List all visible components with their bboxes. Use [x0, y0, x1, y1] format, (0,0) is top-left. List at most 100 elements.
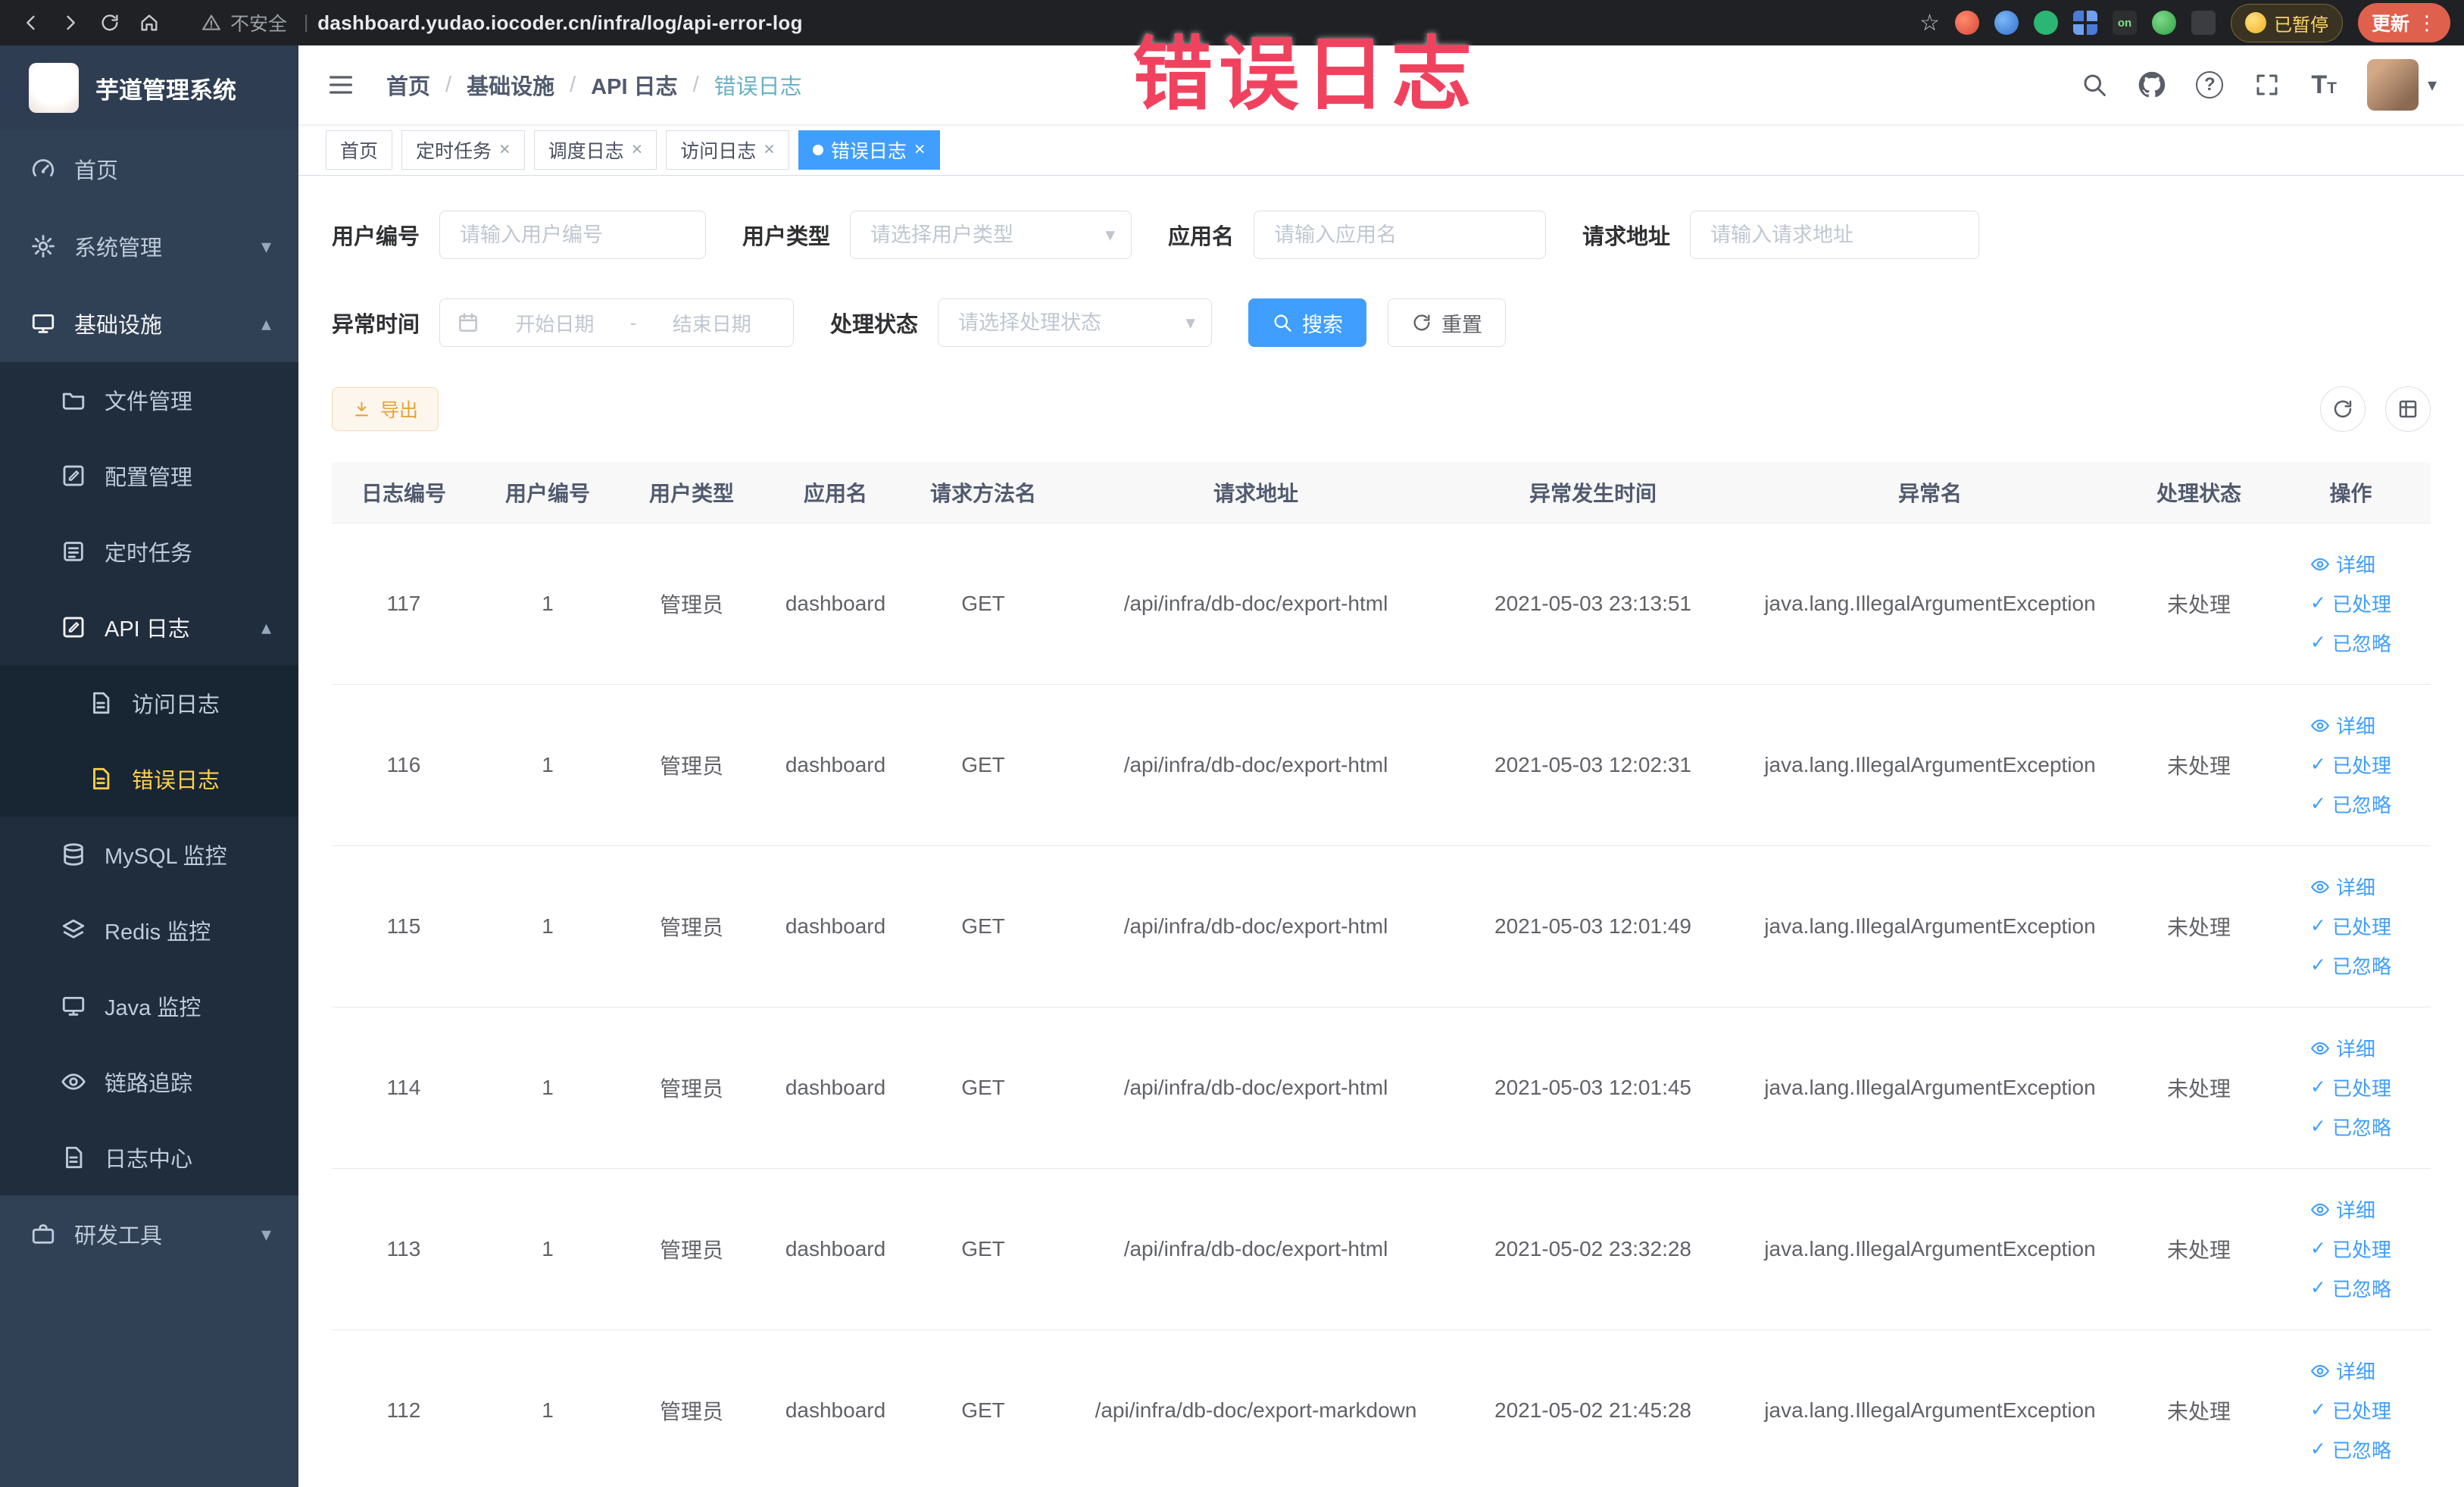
processed-link[interactable]: ✓ 已处理: [2310, 911, 2391, 942]
tab-home[interactable]: 首页: [326, 130, 393, 170]
browser-back-button[interactable]: [14, 5, 48, 40]
sidebar-item-java[interactable]: Java 监控: [0, 968, 298, 1044]
cell-user-id: 1: [476, 1329, 620, 1487]
sidebar-toggle-button[interactable]: [326, 70, 356, 100]
column-header-log-id: 日志编号: [332, 462, 476, 523]
sidebar-item-infra[interactable]: 基础设施 ▴: [0, 285, 298, 362]
ignored-link[interactable]: ✓ 已忽略: [2310, 789, 2391, 820]
eye-icon: [2310, 716, 2330, 736]
sidebar-item-redis[interactable]: Redis 监控: [0, 892, 298, 968]
date-start-placeholder[interactable]: 开始日期: [490, 309, 620, 337]
table-row: 114 1 管理员 dashboard GET /api/infra/db-do…: [332, 1007, 2431, 1169]
sidebar-item-devtools[interactable]: 研发工具 ▾: [0, 1195, 298, 1273]
tab-label: 调度日志: [548, 140, 624, 162]
sidebar-item-log-center[interactable]: 日志中心: [0, 1120, 298, 1195]
sidebar-item-mysql[interactable]: MySQL 监控: [0, 817, 298, 892]
extension-icon-paw[interactable]: [2191, 11, 2216, 35]
export-button[interactable]: 导出: [332, 387, 439, 431]
sidebar-item-config[interactable]: 配置管理: [0, 438, 298, 514]
date-end-placeholder[interactable]: 结束日期: [647, 309, 776, 337]
close-icon[interactable]: ×: [499, 140, 511, 159]
refresh-table-button[interactable]: [2320, 386, 2366, 432]
ignored-link[interactable]: ✓ 已忽略: [2310, 1112, 2391, 1142]
processed-link-label: 已处理: [2331, 593, 2391, 616]
detail-link[interactable]: 详细: [2310, 549, 2375, 579]
browser-update-button[interactable]: 更新 ⋮: [2357, 3, 2450, 42]
breadcrumb-item[interactable]: 基础设施: [467, 69, 554, 101]
url-bar[interactable]: dashboard.yudao.iocoder.cn/infra/log/api…: [317, 11, 803, 35]
user-id-input[interactable]: [439, 211, 707, 259]
table-row: 117 1 管理员 dashboard GET /api/infra/db-do…: [332, 523, 2431, 685]
extension-icon-leaf[interactable]: [2151, 11, 2176, 35]
sidebar-item-job[interactable]: 定时任务: [0, 514, 298, 589]
processed-link[interactable]: ✓ 已处理: [2310, 589, 2391, 619]
close-icon[interactable]: ×: [914, 140, 926, 159]
download-icon: [352, 400, 371, 419]
extension-icon-green[interactable]: [2033, 11, 2058, 35]
browser-forward-button[interactable]: [53, 5, 88, 40]
user-type-select[interactable]: [850, 211, 1132, 259]
breadcrumb-item[interactable]: API 日志: [591, 69, 677, 101]
extension-icon-on-badge[interactable]: on: [2112, 11, 2137, 35]
extension-icon-grid[interactable]: [2072, 11, 2097, 35]
detail-link[interactable]: 详细: [2310, 1195, 2375, 1225]
column-settings-button[interactable]: [2385, 386, 2431, 432]
eye-icon: [61, 1069, 86, 1095]
sidebar-item-access-log[interactable]: 访问日志: [0, 665, 298, 741]
github-link[interactable]: [2138, 71, 2166, 98]
browser-reload-button[interactable]: [92, 5, 127, 40]
help-button[interactable]: ?: [2196, 71, 2224, 98]
close-icon[interactable]: ×: [764, 140, 775, 159]
api-log-submenu: 访问日志 错误日志: [0, 665, 298, 817]
ignored-link[interactable]: ✓ 已忽略: [2310, 1273, 2391, 1304]
detail-link-label: 详细: [2336, 554, 2376, 576]
sidebar-item-system[interactable]: 系统管理 ▾: [0, 208, 298, 285]
tab-schedule-log[interactable]: 调度日志 ×: [533, 130, 657, 170]
reset-button[interactable]: 重置: [1388, 298, 1507, 347]
sidebar-item-home[interactable]: 首页: [0, 130, 298, 208]
layers-icon: [61, 917, 86, 943]
cell-actions: 详细 ✓ 已处理 ✓ 已忽略: [2271, 684, 2431, 846]
breadcrumb-item[interactable]: 首页: [386, 69, 430, 101]
extension-icon-blue[interactable]: [1994, 11, 2019, 35]
sidebar-logo[interactable]: 芋道管理系统: [0, 45, 298, 130]
sidebar-item-trace[interactable]: 链路追踪: [0, 1044, 298, 1120]
bookmark-star-icon[interactable]: ☆: [1919, 10, 1940, 36]
paused-badge[interactable]: 已暂停: [2230, 3, 2343, 42]
check-icon: ✓: [2310, 915, 2326, 936]
search-button[interactable]: [2081, 71, 2108, 98]
close-icon[interactable]: ×: [632, 140, 643, 159]
cell-request-url: /api/infra/db-doc/export-markdown: [1059, 1329, 1453, 1487]
processed-link[interactable]: ✓ 已处理: [2310, 1234, 2391, 1264]
site-security-info[interactable]: 不安全: [201, 9, 287, 36]
request-url-input[interactable]: [1690, 211, 1980, 259]
cell-user-type: 管理员: [620, 1168, 764, 1330]
processed-link[interactable]: ✓ 已处理: [2310, 1395, 2391, 1426]
user-menu[interactable]: ▾: [2366, 59, 2437, 111]
tab-error-log[interactable]: 错误日志 ×: [798, 130, 940, 170]
sidebar-item-file[interactable]: 文件管理: [0, 362, 298, 438]
ignored-link[interactable]: ✓ 已忽略: [2310, 628, 2391, 658]
ignored-link[interactable]: ✓ 已忽略: [2310, 1435, 2391, 1465]
detail-link[interactable]: 详细: [2310, 1033, 2375, 1064]
detail-link[interactable]: 详细: [2310, 872, 2375, 902]
detail-link[interactable]: 详细: [2310, 711, 2375, 741]
detail-link[interactable]: 详细: [2310, 1356, 2375, 1386]
fullscreen-button[interactable]: [2253, 71, 2281, 98]
date-range-picker[interactable]: 开始日期 - 结束日期: [439, 298, 795, 347]
browser-home-button[interactable]: [132, 5, 167, 40]
field-user-type: 用户类型 ▾: [742, 211, 1132, 259]
sidebar-item-api-log[interactable]: API 日志 ▴: [0, 589, 298, 665]
sidebar-item-error-log[interactable]: 错误日志: [0, 741, 298, 817]
ignored-link[interactable]: ✓ 已忽略: [2310, 951, 2391, 981]
processed-link[interactable]: ✓ 已处理: [2310, 750, 2391, 780]
app-name-input[interactable]: [1254, 211, 1547, 259]
tab-job[interactable]: 定时任务 ×: [401, 130, 525, 170]
font-size-button[interactable]: T T: [2311, 70, 2337, 100]
breadcrumb-item-current: 错误日志: [714, 75, 802, 99]
search-submit-button[interactable]: 搜索: [1248, 298, 1367, 347]
process-status-select[interactable]: [938, 298, 1213, 347]
tab-access-log[interactable]: 访问日志 ×: [666, 130, 789, 170]
processed-link[interactable]: ✓ 已处理: [2310, 1073, 2391, 1103]
extension-icon-red[interactable]: [1954, 11, 1979, 35]
